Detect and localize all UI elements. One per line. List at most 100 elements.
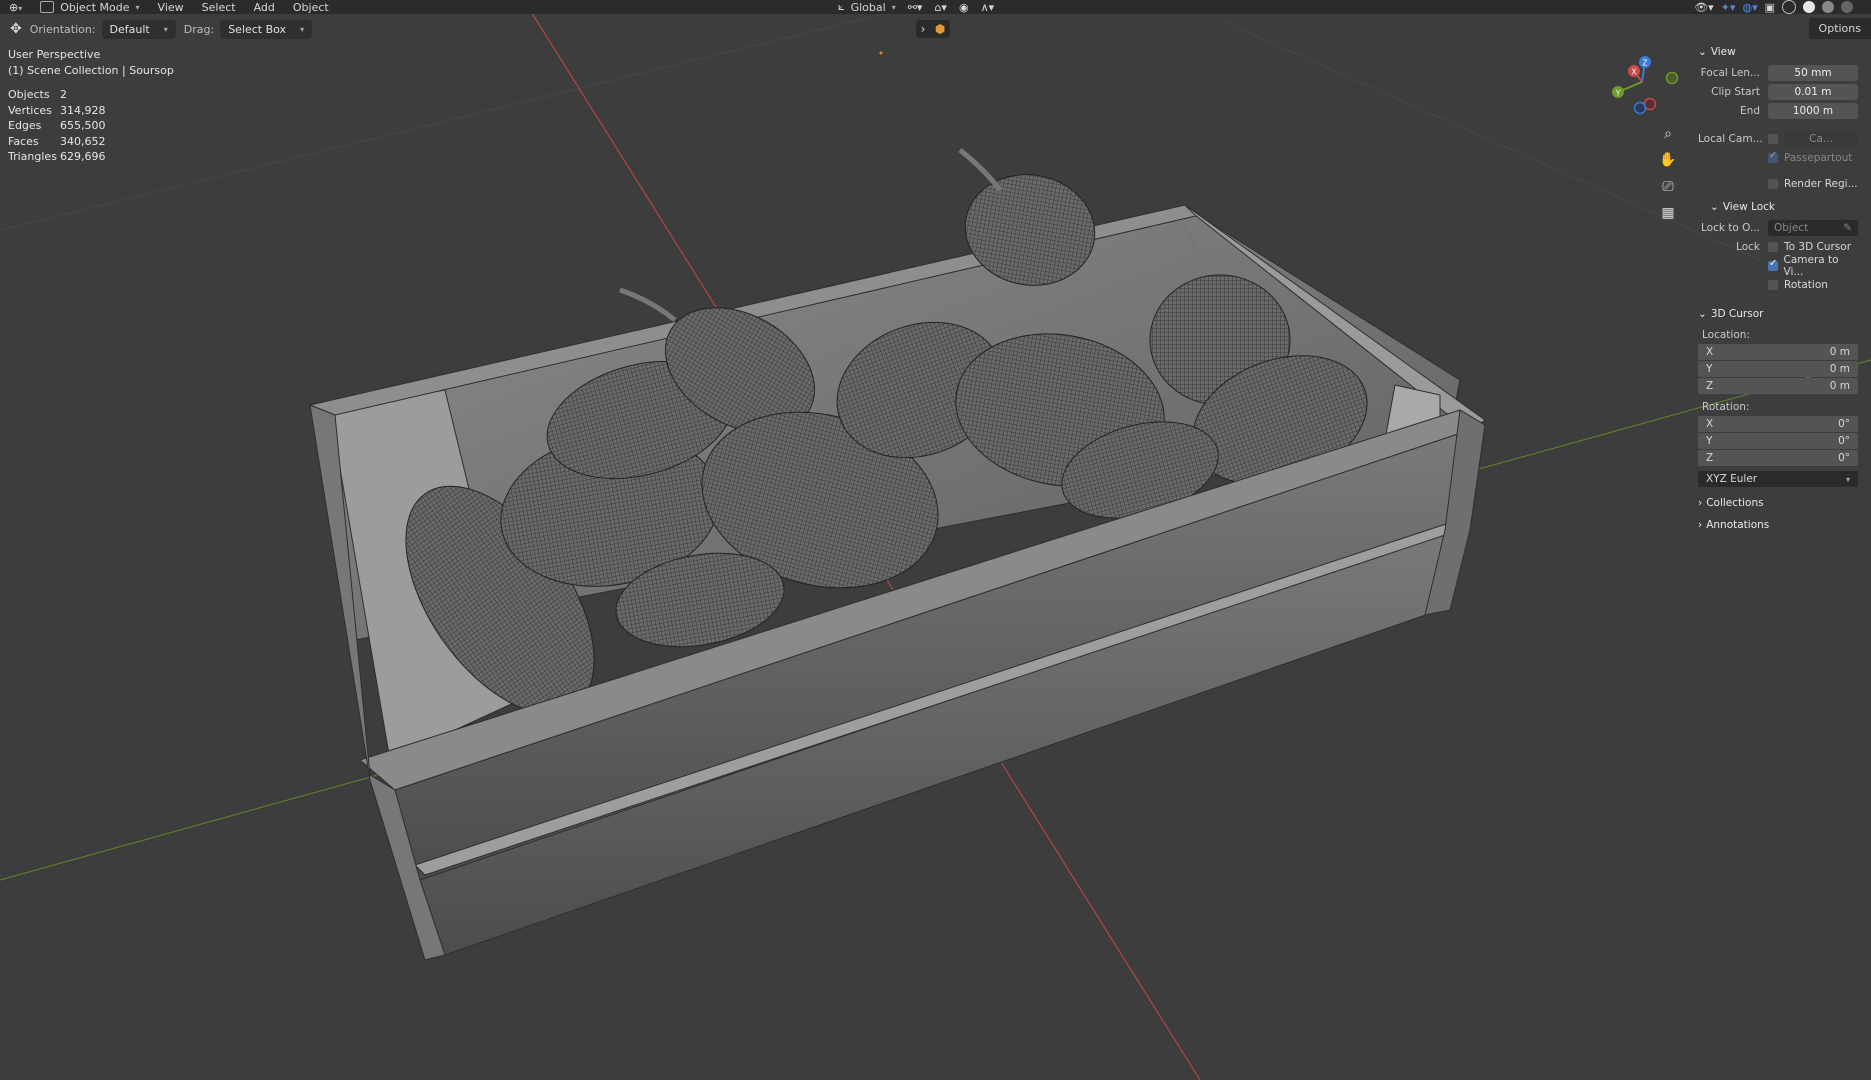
asset-shelf-toggle[interactable]: › ⬢ bbox=[916, 20, 950, 38]
object-mode-icon bbox=[40, 1, 55, 13]
overlay-toggle-icon[interactable]: ◍▾ bbox=[1742, 1, 1757, 14]
axis-value: 0° bbox=[1838, 418, 1850, 430]
lock-to-object-placeholder: Object bbox=[1774, 222, 1809, 234]
cursor-rotation-y[interactable]: Y 0° bbox=[1698, 433, 1858, 449]
zoom-icon[interactable]: ⌕ bbox=[1656, 122, 1680, 146]
stat-key: Vertices bbox=[8, 103, 52, 117]
options-button[interactable]: Options bbox=[1808, 18, 1871, 39]
view-lock-header[interactable]: ⌄ View Lock bbox=[1698, 199, 1858, 215]
collections-panel-header[interactable]: › Collections bbox=[1698, 495, 1858, 511]
camera-view-icon[interactable]: ⎚ bbox=[1656, 175, 1680, 199]
stat-value: 629,696 bbox=[60, 150, 106, 163]
n-panel-sidebar: ⌄ View Focal Len... 50 mm Clip Start 0.01 … bbox=[1698, 44, 1858, 574]
cursor-location-y[interactable]: Y 0 m bbox=[1698, 361, 1858, 377]
axis-label: Y bbox=[1706, 435, 1713, 447]
focal-length-field[interactable]: 50 mm bbox=[1768, 65, 1858, 81]
clip-end-label: End bbox=[1740, 105, 1760, 117]
chevron-down-icon: ▾ bbox=[891, 2, 896, 12]
view-panel-title: View bbox=[1710, 46, 1736, 58]
header-right-tools: 👁▾ ✦▾ ◍▾ ▣ bbox=[1694, 0, 1853, 14]
camera-to-view-checkbox[interactable] bbox=[1768, 258, 1778, 271]
snap-icon[interactable]: ⌂▾ bbox=[934, 1, 947, 14]
local-camera-value: Ca... bbox=[1809, 133, 1833, 145]
gizmo-x-label: X bbox=[1631, 68, 1637, 77]
perspective-label: User Perspective bbox=[8, 48, 101, 61]
axis-value: 0° bbox=[1838, 452, 1850, 464]
camera-to-view-label: Camera to Vi... bbox=[1783, 254, 1839, 278]
material-shading-icon[interactable] bbox=[1822, 1, 1834, 13]
axis-label: Y bbox=[1706, 363, 1713, 375]
proportional-edit-icon[interactable]: ◉ bbox=[959, 1, 969, 14]
render-region-checkbox[interactable] bbox=[1768, 179, 1778, 189]
stat-key: Objects bbox=[8, 88, 50, 101]
view-lock-title: View Lock bbox=[1722, 201, 1776, 213]
solid-shading-icon[interactable] bbox=[1803, 1, 1815, 13]
lock-rotation-checkbox[interactable] bbox=[1768, 280, 1778, 290]
axis-label: Z bbox=[1706, 452, 1714, 464]
chevron-down-icon: ⌄ bbox=[1698, 308, 1707, 320]
local-camera-checkbox[interactable] bbox=[1768, 134, 1778, 144]
axis-label: X bbox=[1706, 418, 1714, 430]
cursor-rotation-z[interactable]: Z 0° bbox=[1698, 450, 1858, 466]
drag-label: Drag: bbox=[183, 22, 215, 36]
wireframe-shading-icon[interactable] bbox=[1782, 0, 1796, 14]
cursor-rotation-x[interactable]: X 0° bbox=[1698, 416, 1858, 432]
annotations-panel-header[interactable]: › Annotations bbox=[1698, 517, 1858, 533]
clip-start-field[interactable]: 0.01 m bbox=[1768, 84, 1858, 100]
visibility-icon[interactable]: 👁▾ bbox=[1694, 1, 1714, 14]
clip-end-field[interactable]: 1000 m bbox=[1768, 103, 1858, 119]
local-camera-field[interactable]: Ca... bbox=[1784, 131, 1858, 147]
view-panel-header[interactable]: ⌄ View bbox=[1698, 44, 1858, 60]
axis-value: 0 m bbox=[1829, 380, 1850, 392]
pan-hand-icon[interactable]: ✋ bbox=[1656, 148, 1680, 172]
menu-add[interactable]: Add bbox=[245, 1, 284, 14]
passepartout-checkbox[interactable] bbox=[1768, 150, 1778, 163]
focal-length-label: Focal Len... bbox=[1700, 67, 1760, 79]
cursor-panel-header[interactable]: ⌄ 3D Cursor bbox=[1698, 306, 1858, 322]
lock-rotation-label: Rotation bbox=[1784, 279, 1828, 291]
passepartout-label: Passepartout bbox=[1784, 152, 1853, 164]
mode-dropdown[interactable]: Object Mode ▾ bbox=[31, 1, 148, 14]
cursor-location-x[interactable]: X 0 m bbox=[1698, 344, 1858, 360]
location-label: Location: bbox=[1702, 329, 1750, 341]
stat-value: 2 bbox=[60, 88, 67, 101]
axis-label: Z bbox=[1706, 380, 1714, 392]
chevron-right-icon: › bbox=[920, 22, 926, 36]
gizmo-toggle-icon[interactable]: ✦▾ bbox=[1721, 1, 1736, 14]
eyedropper-icon[interactable]: ✎ bbox=[1843, 222, 1852, 234]
stat-value: 340,652 bbox=[60, 134, 106, 148]
cursor-location-z[interactable]: Z 0 m bbox=[1698, 378, 1858, 394]
transform-orientation-dropdown[interactable]: ⟀ Global ▾ bbox=[838, 0, 896, 14]
rotation-mode-value: XYZ Euler bbox=[1706, 473, 1758, 485]
navigation-gizmo[interactable]: Z X Y bbox=[1600, 52, 1680, 122]
lock-to-object-field[interactable]: Object ✎ bbox=[1768, 220, 1858, 236]
axis-value: 0 m bbox=[1829, 363, 1850, 375]
rotation-mode-dropdown[interactable]: XYZ Euler ▾ bbox=[1698, 471, 1858, 487]
gizmo-y-label: Y bbox=[1615, 89, 1621, 98]
menu-object[interactable]: Object bbox=[284, 1, 338, 14]
editor-type-icon[interactable]: ⊕▾ bbox=[0, 1, 31, 14]
orientation-dropdown[interactable]: Default ▾ bbox=[101, 19, 176, 39]
orientation-label: Orientation: bbox=[29, 22, 96, 36]
falloff-icon[interactable]: ∧▾ bbox=[981, 1, 995, 14]
drag-dropdown[interactable]: Select Box ▾ bbox=[220, 19, 313, 39]
soursop-fruits[interactable] bbox=[368, 148, 1385, 747]
ortho-grid-icon[interactable]: ▦ bbox=[1656, 201, 1680, 225]
collection-label: (1) Scene Collection | Soursop bbox=[8, 64, 174, 77]
viewport-scene[interactable] bbox=[0, 0, 1871, 1080]
lock-cursor-checkbox[interactable] bbox=[1768, 242, 1778, 252]
menu-view[interactable]: View bbox=[149, 1, 193, 14]
pivot-icon[interactable]: ⚯▾ bbox=[908, 1, 923, 14]
menu-select[interactable]: Select bbox=[193, 1, 245, 14]
scene-statistics: Objects 2 Vertices 314,928 Edges 655,500 Fa… bbox=[8, 88, 106, 166]
stat-row: Faces 340,652 bbox=[8, 135, 106, 151]
lock-label: Lock bbox=[1736, 241, 1760, 253]
transform-tool-icon[interactable]: ✥ bbox=[10, 21, 22, 37]
render-region-label: Render Regi... bbox=[1784, 178, 1858, 190]
rendered-shading-icon[interactable] bbox=[1841, 1, 1853, 13]
lock-to-object-label: Lock to O... bbox=[1700, 222, 1760, 234]
xray-icon[interactable]: ▣ bbox=[1765, 1, 1775, 14]
stat-row: Objects 2 bbox=[8, 88, 106, 104]
crate-mesh[interactable] bbox=[308, 148, 1487, 961]
axis-value: 0° bbox=[1838, 435, 1850, 447]
